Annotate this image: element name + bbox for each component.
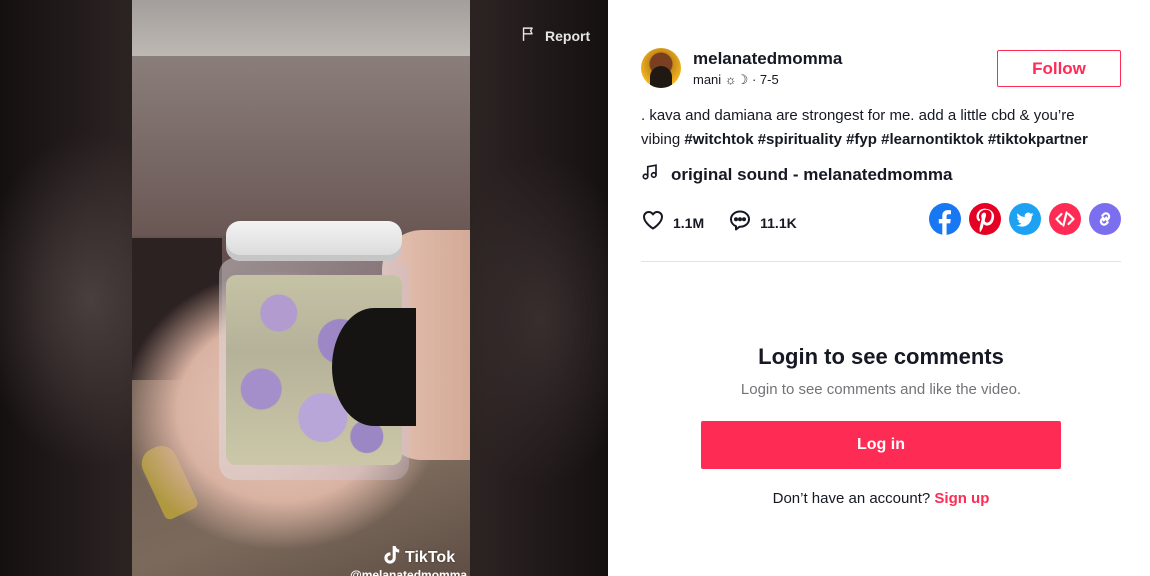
author-username[interactable]: melanatedmomma: [693, 49, 842, 69]
comment-count: 11.1K: [760, 214, 797, 231]
comment-button[interactable]: 11.1K: [728, 208, 797, 237]
music-note-icon: [641, 163, 659, 186]
pinterest-icon: [969, 202, 1001, 240]
tiktok-logo-icon: [383, 545, 401, 570]
hashtag-link[interactable]: #witchtok: [684, 131, 753, 148]
report-button[interactable]: Report: [520, 26, 590, 46]
signup-link[interactable]: Sign up: [934, 490, 989, 507]
author-subtitle: mani ☼☽ · 7-5: [693, 72, 842, 88]
author-text: melanatedmomma mani ☼☽ · 7-5: [693, 49, 842, 88]
hashtag-link[interactable]: #learnontiktok: [881, 131, 984, 148]
video-scene-jar-label: [332, 308, 416, 426]
video-scene-ceiling: [132, 0, 470, 56]
video-player[interactable]: Report TikTok @melanatedmomma: [0, 0, 608, 576]
login-button[interactable]: Log in: [701, 421, 1061, 469]
music-label: original sound - melanatedmomma: [671, 164, 953, 184]
follow-button[interactable]: Follow: [997, 50, 1121, 87]
hashtag-link[interactable]: #spirituality: [758, 131, 842, 148]
heart-icon: [641, 208, 665, 237]
engagement-stats: 1.1M 11.1K: [641, 208, 821, 237]
login-subtitle: Login to see comments and like the video…: [740, 381, 1022, 398]
report-label: Report: [545, 28, 591, 44]
avatar[interactable]: [641, 48, 681, 88]
post-date: 7-5: [759, 71, 779, 87]
twitter-icon: [1009, 202, 1041, 240]
share-pinterest-button[interactable]: [969, 202, 1001, 240]
signup-prompt-text: Don’t have an account?: [772, 490, 935, 507]
hashtag-link[interactable]: #fyp: [846, 131, 877, 148]
author-info[interactable]: melanatedmomma mani ☼☽ · 7-5: [641, 48, 842, 88]
video-scene-wall: [132, 56, 470, 236]
tiktok-watermark: TikTok: [383, 545, 455, 570]
divider: [641, 261, 1121, 262]
copy-link-button[interactable]: [1089, 202, 1121, 240]
author-nickname: mani ☼☽: [693, 71, 749, 87]
login-title: Login to see comments: [758, 344, 1004, 369]
author-separator: ·: [748, 71, 760, 87]
share-twitter-button[interactable]: [1009, 202, 1041, 240]
share-embed-button[interactable]: [1049, 202, 1081, 240]
embed-code-icon: [1049, 202, 1081, 240]
share-buttons: [929, 202, 1121, 240]
like-button[interactable]: 1.1M: [641, 208, 704, 237]
share-facebook-button[interactable]: [929, 202, 961, 240]
video-caption: . kava and damiana are strongest for me.…: [641, 104, 1116, 152]
music-link[interactable]: original sound - melanatedmomma: [641, 163, 953, 186]
flag-icon: [520, 26, 537, 46]
like-count: 1.1M: [673, 214, 705, 231]
facebook-icon: [929, 202, 961, 240]
video-frame[interactable]: [132, 0, 470, 576]
signup-prompt: Don’t have an account? Sign up: [608, 490, 1150, 507]
watermark-handle: @melanatedmomma: [350, 568, 468, 576]
comment-bubble-icon: [728, 208, 752, 237]
hashtag-link[interactable]: #tiktokpartner: [988, 131, 1088, 148]
watermark-label: TikTok: [405, 548, 456, 566]
video-scene-jar-lid: [226, 221, 402, 261]
link-icon: [1089, 202, 1121, 240]
video-info-panel: melanatedmomma mani ☼☽ · 7-5 Follow . ka…: [608, 0, 1150, 576]
